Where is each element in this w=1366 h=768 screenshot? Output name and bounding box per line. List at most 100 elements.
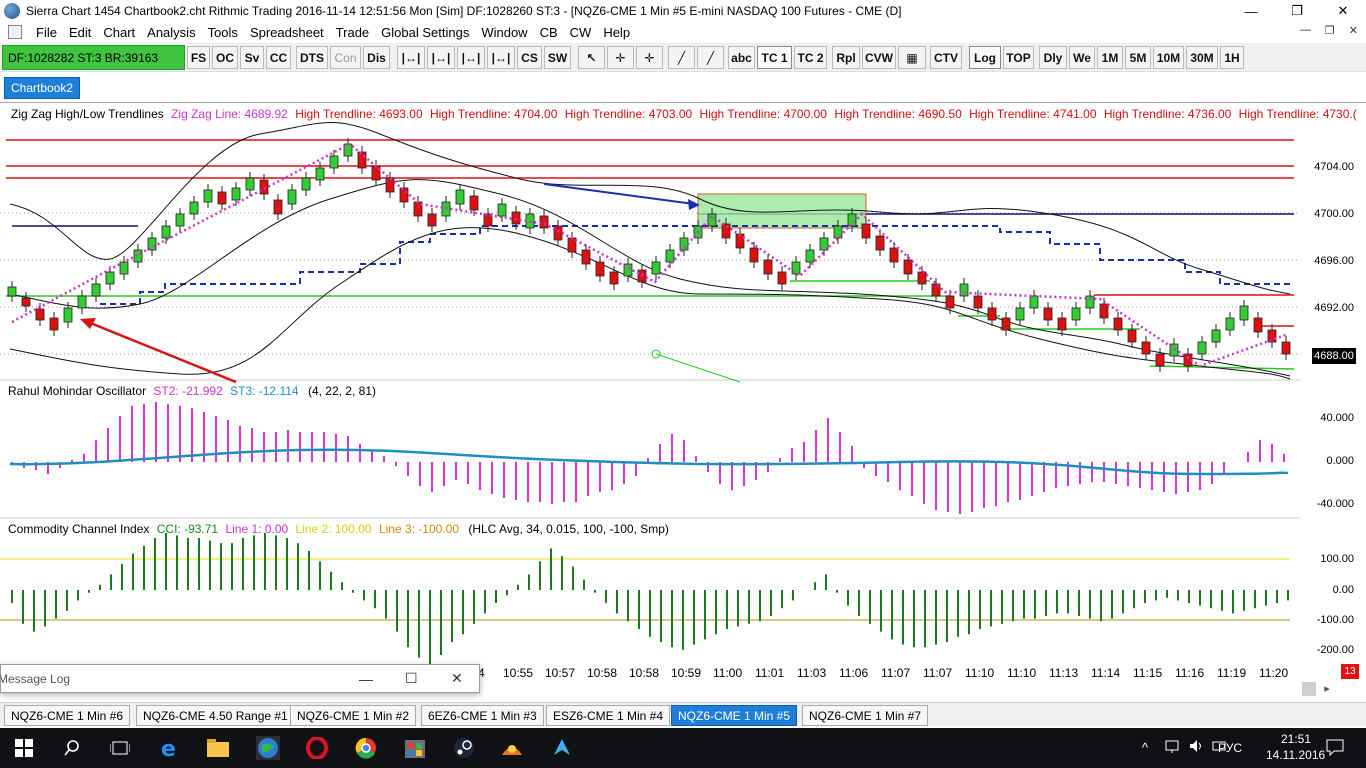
search-icon[interactable] bbox=[60, 736, 84, 760]
game-app-icon[interactable] bbox=[500, 736, 524, 760]
tc1-button[interactable]: TC 1 bbox=[757, 46, 792, 69]
mdi-minimize-button[interactable]: — bbox=[1300, 24, 1311, 37]
cvw-button[interactable]: CVW bbox=[862, 46, 896, 69]
pointer-tool-icon[interactable]: ↖ bbox=[578, 46, 605, 69]
tool-bar-spacing-1-button[interactable]: |↔| bbox=[397, 46, 425, 69]
1m-button[interactable]: 1M bbox=[1097, 46, 1123, 69]
down-candle bbox=[1043, 307, 1053, 321]
weekly-button[interactable]: We bbox=[1069, 46, 1095, 69]
tool-sv-button[interactable]: Sv bbox=[240, 46, 264, 69]
toolbar: DF:1028282 ST:3 BR:39163 FS OC Sv CC DTS… bbox=[0, 43, 1366, 72]
menu-tools[interactable]: Tools bbox=[202, 25, 244, 40]
tool-bar-spacing-3-button[interactable]: |↔| bbox=[457, 46, 485, 69]
chart-tab-1[interactable]: NQZ6-CME 4.50 Range #1 bbox=[136, 705, 295, 726]
minimize-button[interactable]: — bbox=[1228, 0, 1274, 22]
mdi-close-button[interactable]: ✕ bbox=[1349, 24, 1358, 37]
menu-analysis[interactable]: Analysis bbox=[141, 25, 201, 40]
30m-button[interactable]: 30M bbox=[1186, 46, 1218, 69]
tab-chartbook2[interactable]: Chartbook2 bbox=[4, 77, 81, 99]
trade-window-icon[interactable]: ▦ bbox=[898, 46, 926, 69]
menu-window[interactable]: Window bbox=[475, 25, 533, 40]
line-tool-icon[interactable]: ╱ bbox=[668, 46, 695, 69]
down-candle bbox=[945, 295, 955, 309]
message-log-minimize-button[interactable]: — bbox=[359, 671, 373, 687]
sierra-chart-taskbar-icon[interactable] bbox=[256, 736, 280, 760]
menu-global-settings[interactable]: Global Settings bbox=[375, 25, 475, 40]
tray-chevron-icon[interactable]: ^ bbox=[1142, 740, 1148, 755]
down-candle bbox=[1183, 353, 1193, 367]
menu-spreadsheet[interactable]: Spreadsheet bbox=[244, 25, 330, 40]
notifications-icon[interactable] bbox=[1326, 738, 1344, 759]
clock-date[interactable]: 14.11.2016 bbox=[1266, 748, 1325, 762]
message-log-close-button[interactable]: ✕ bbox=[451, 670, 463, 687]
text-tool-button[interactable]: abc bbox=[728, 46, 755, 69]
daily-button[interactable]: Dly bbox=[1039, 46, 1067, 69]
1h-button[interactable]: 1H bbox=[1220, 46, 1244, 69]
values-tool-icon[interactable]: ✛ bbox=[636, 46, 663, 69]
down-candle bbox=[987, 307, 997, 321]
tool-dts-button[interactable]: DTS bbox=[296, 46, 328, 69]
chart-tab-7[interactable]: NQZ6-CME 1 Min #7 bbox=[802, 705, 929, 726]
clock-time[interactable]: 21:51 bbox=[1281, 732, 1311, 746]
close-button[interactable]: ✕ bbox=[1320, 0, 1366, 22]
mdi-restore-button[interactable]: ❐ bbox=[1325, 24, 1335, 37]
tool-oc-button[interactable]: OC bbox=[212, 46, 238, 69]
steam-icon[interactable] bbox=[452, 736, 476, 760]
chart-tab-3[interactable]: 6EZ6-CME 1 Min #3 bbox=[421, 705, 544, 726]
chrome-browser-icon[interactable] bbox=[354, 736, 378, 760]
scroll-right-arrow-icon[interactable]: ▸ bbox=[1320, 682, 1334, 696]
maximize-button[interactable]: ❐ bbox=[1274, 0, 1320, 22]
network-icon[interactable] bbox=[1165, 739, 1181, 756]
message-log-window[interactable]: Message Log — ☐ ✕ bbox=[0, 664, 480, 693]
volume-icon[interactable] bbox=[1189, 739, 1205, 756]
menu-edit[interactable]: Edit bbox=[63, 25, 97, 40]
windows-start-icon[interactable] bbox=[12, 736, 36, 760]
chart-tab-2[interactable]: NQZ6-CME 1 Min #2 bbox=[290, 705, 417, 726]
tool-con-button[interactable]: Con bbox=[330, 46, 361, 69]
menu-trade[interactable]: Trade bbox=[330, 25, 375, 40]
ray-tool-icon[interactable]: ╱ bbox=[697, 46, 724, 69]
task-view-icon[interactable] bbox=[108, 736, 132, 760]
top-button[interactable]: TOP bbox=[1003, 46, 1034, 69]
ctv-button[interactable]: CTV bbox=[930, 46, 962, 69]
tool-bar-spacing-4-button[interactable]: |↔| bbox=[487, 46, 515, 69]
scrollbar-thumb[interactable] bbox=[1302, 682, 1316, 696]
tc2-button[interactable]: TC 2 bbox=[794, 46, 827, 69]
tool-fs-button[interactable]: FS bbox=[187, 46, 210, 69]
store-app-icon[interactable] bbox=[403, 736, 427, 760]
up-candle bbox=[287, 189, 297, 205]
tool-bar-spacing-2-button[interactable]: |↔| bbox=[427, 46, 455, 69]
document-icon[interactable] bbox=[8, 25, 22, 39]
down-candle bbox=[567, 237, 577, 253]
price-label-4704: 4704.00 bbox=[1314, 161, 1354, 173]
10m-button[interactable]: 10M bbox=[1153, 46, 1184, 69]
file-explorer-icon[interactable] bbox=[206, 736, 230, 760]
chart-tab-6[interactable]: NQZ6-CME 1 Min #6 bbox=[4, 705, 131, 726]
messenger-app-icon[interactable] bbox=[550, 736, 574, 760]
tool-dis-button[interactable]: Dis bbox=[363, 46, 390, 69]
log-scale-button[interactable]: Log bbox=[969, 46, 1001, 69]
down-candle bbox=[581, 249, 591, 265]
chart-canvas[interactable] bbox=[0, 104, 1366, 698]
tool-sw-button[interactable]: SW bbox=[544, 46, 571, 69]
chart-area[interactable]: Zig Zag High/Low Trendlines Zig Zag Line… bbox=[0, 104, 1366, 698]
message-log-maximize-button[interactable]: ☐ bbox=[405, 670, 418, 687]
5m-button[interactable]: 5M bbox=[1125, 46, 1151, 69]
up-candle bbox=[189, 201, 199, 215]
opera-browser-icon[interactable] bbox=[305, 736, 329, 760]
menu-cw[interactable]: CW bbox=[564, 25, 598, 40]
crosshair-tool-icon[interactable]: ✛ bbox=[607, 46, 634, 69]
up-candle bbox=[819, 237, 829, 251]
menu-cb[interactable]: CB bbox=[534, 25, 564, 40]
tool-cs-button[interactable]: CS bbox=[517, 46, 542, 69]
menu-chart[interactable]: Chart bbox=[97, 25, 141, 40]
chart-tab-5[interactable]: NQZ6-CME 1 Min #5 bbox=[671, 705, 798, 726]
rmo-header: Rahul Mohindar Oscillator ST2: -21.992 S… bbox=[8, 384, 376, 398]
edge-browser-icon[interactable]: e bbox=[158, 736, 182, 760]
chart-tab-4[interactable]: ESZ6-CME 1 Min #4 bbox=[546, 705, 671, 726]
menu-file[interactable]: File bbox=[30, 25, 63, 40]
tool-cc-button[interactable]: CC bbox=[266, 46, 291, 69]
menu-help[interactable]: Help bbox=[597, 25, 636, 40]
replay-button[interactable]: Rpl bbox=[832, 46, 860, 69]
language-indicator[interactable]: РУС bbox=[1218, 741, 1242, 755]
